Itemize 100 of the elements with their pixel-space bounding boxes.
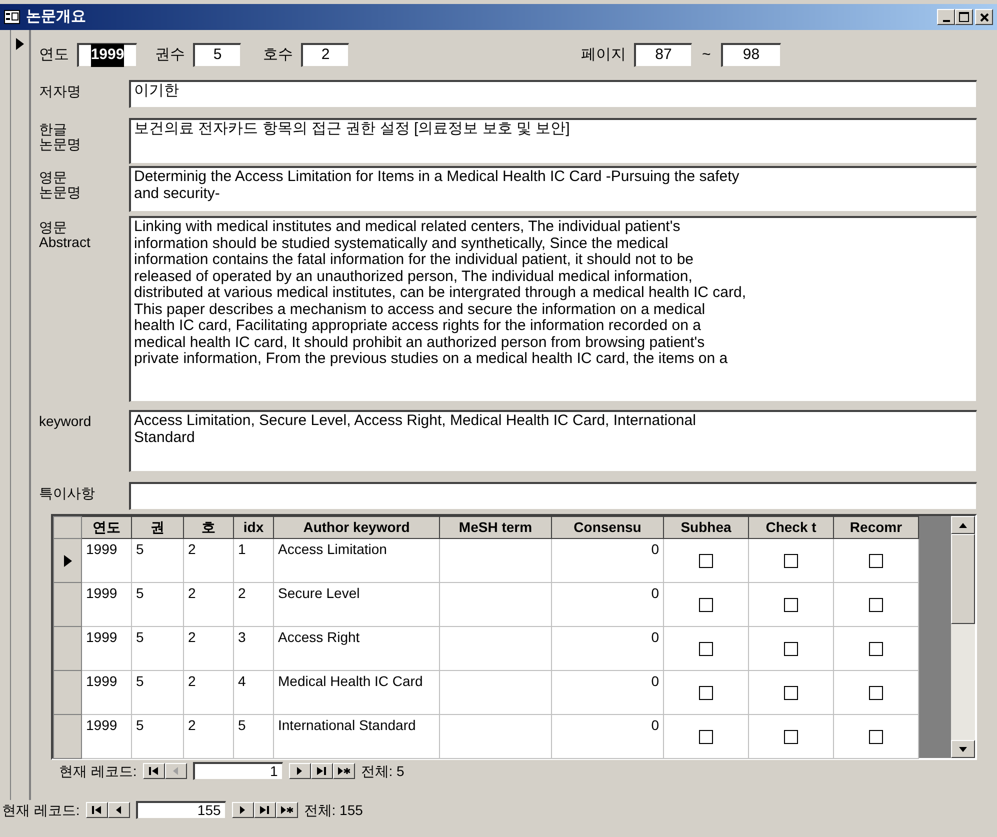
table-cell: 5 <box>234 714 274 758</box>
issue-field[interactable]: 2 <box>301 43 349 67</box>
table-cell: 1 <box>234 538 274 582</box>
first-record-button[interactable] <box>86 802 108 818</box>
table-cell: 5 <box>132 626 184 670</box>
checkbox[interactable] <box>784 686 798 700</box>
column-header[interactable]: Author keyword <box>274 516 440 538</box>
table-cell: 4 <box>234 670 274 714</box>
checkbox[interactable] <box>699 598 713 612</box>
column-header[interactable]: idx <box>234 516 274 538</box>
table-cell: 1999 <box>82 582 132 626</box>
next-record-button[interactable] <box>232 802 254 818</box>
volume-field[interactable]: 5 <box>193 43 241 67</box>
skip-to-end-icon <box>258 805 271 815</box>
range-separator: ~ <box>702 44 711 65</box>
minimize-icon <box>942 20 950 22</box>
checkbox[interactable] <box>784 554 798 568</box>
skip-to-start-icon <box>90 805 103 815</box>
next-record-button[interactable] <box>288 763 311 779</box>
close-button[interactable] <box>975 9 993 25</box>
window-title: 논문개요 <box>26 6 86 27</box>
field-label: 영문 논문명 <box>39 168 82 202</box>
table-cell: 5 <box>132 582 184 626</box>
table-cell: 5 <box>132 714 184 758</box>
checkbox[interactable] <box>784 598 798 612</box>
minimize-button[interactable] <box>937 9 955 25</box>
last-record-button[interactable] <box>310 763 333 779</box>
checkbox[interactable] <box>869 598 883 612</box>
new-record-button[interactable] <box>332 763 355 779</box>
field-label: 영문 Abstract <box>39 218 92 252</box>
table-cell: 2 <box>184 582 234 626</box>
table-cell: Access Limitation <box>274 538 440 582</box>
checkbox[interactable] <box>869 554 883 568</box>
table-cell: 1999 <box>82 626 132 670</box>
row-selector[interactable] <box>54 538 82 582</box>
table-cell: 1999 <box>82 714 132 758</box>
text-field[interactable]: Determinig the Access Limitation for Items in a Medical Health IC Card -Pursuing the safety and security- <box>129 166 977 212</box>
field-label: 한글 논문명 <box>39 120 82 154</box>
table-cell: Access Right <box>274 626 440 670</box>
table-cell: Secure Level <box>274 582 440 626</box>
new-record-icon <box>280 805 293 815</box>
column-header[interactable]: 권 <box>132 516 184 538</box>
table-cell: 0 <box>552 538 664 582</box>
table-cell: 1999 <box>82 538 132 582</box>
table-cell: 2 <box>184 670 234 714</box>
column-header[interactable]: Subhea <box>664 516 748 538</box>
checkbox[interactable] <box>699 554 713 568</box>
skip-to-end-icon <box>316 766 328 776</box>
close-icon <box>980 12 988 22</box>
text-field[interactable] <box>129 482 977 510</box>
page-to-field[interactable]: 98 <box>720 43 781 67</box>
current-row-icon <box>64 554 72 566</box>
column-header[interactable]: Consensu <box>552 516 664 538</box>
checkbox[interactable] <box>869 686 883 700</box>
checkbox[interactable] <box>784 730 798 744</box>
up-arrow-icon <box>959 522 967 528</box>
previous-record-button[interactable] <box>108 802 130 818</box>
column-header[interactable]: 연도 <box>82 516 132 538</box>
table-cell: 1999 <box>82 670 132 714</box>
text-field[interactable]: 보건의료 전자카드 항목의 접근 권한 설정 [의료정보 보호 및 보안] <box>129 118 977 164</box>
maximize-button[interactable] <box>955 9 973 25</box>
field-label: keyword <box>39 412 92 431</box>
down-arrow-icon <box>959 746 967 752</box>
year-field[interactable]: 1999 <box>77 43 137 67</box>
field-label: 권수 <box>155 44 185 65</box>
checkbox[interactable] <box>699 686 713 700</box>
table-cell: 5 <box>132 538 184 582</box>
table-cell: 2 <box>184 626 234 670</box>
maximize-icon <box>959 12 969 22</box>
table-cell: 5 <box>132 670 184 714</box>
column-header[interactable]: 호 <box>184 516 234 538</box>
column-header[interactable]: MeSH term <box>440 516 552 538</box>
record-count: 전체: 155 <box>304 800 363 820</box>
record-number-field[interactable]: 155 <box>136 801 226 819</box>
record-number-field[interactable]: 1 <box>192 762 283 780</box>
checkbox[interactable] <box>699 642 713 656</box>
table-cell: 3 <box>234 626 274 670</box>
field-label: 호수 <box>263 44 293 65</box>
column-header[interactable]: Check t <box>748 516 834 538</box>
checkbox[interactable] <box>869 730 883 744</box>
text-field[interactable]: Access Limitation, Secure Level, Access Right, Medical Health IC Card, International Standard <box>129 410 977 472</box>
checkbox[interactable] <box>784 642 798 656</box>
vertical-scrollbar[interactable] <box>951 516 975 758</box>
last-record-button[interactable] <box>254 802 276 818</box>
text-field[interactable]: 이기한 <box>129 80 977 108</box>
new-record-button[interactable] <box>276 802 298 818</box>
column-header[interactable]: Recomr <box>834 516 918 538</box>
first-record-button[interactable] <box>142 763 165 779</box>
abstract-field[interactable]: Linking with medical institutes and medical related centers, The individual patient's information should be studied systematically and synthetically, Since the medical information contains the fatal information for the individual patient, it should not to be released of operated by an unauthorized person, The individual medical information, distributed at various medical institutes, can be intergrated through a medical health IC card, This paper describes a mechanism to access and secure the information on a medical health IC card, Facilitating appropriate access rights for the information recorded on a medical health IC card, It should prohibit an authorized person from browsing patient's private information, From the previous studies on a medical health IC card, the items on a <box>129 216 977 402</box>
checkbox[interactable] <box>699 730 713 744</box>
new-record-icon <box>338 766 350 776</box>
table-cell: 0 <box>552 670 664 714</box>
table-cell: 2 <box>184 714 234 758</box>
checkbox[interactable] <box>869 642 883 656</box>
page-from-field[interactable]: 87 <box>634 43 692 67</box>
table-cell: 0 <box>552 626 664 670</box>
table-cell: 2 <box>184 538 234 582</box>
record-selector-icon <box>16 38 24 50</box>
table-cell: 0 <box>552 714 664 758</box>
field-label: 페이지 <box>581 44 626 65</box>
